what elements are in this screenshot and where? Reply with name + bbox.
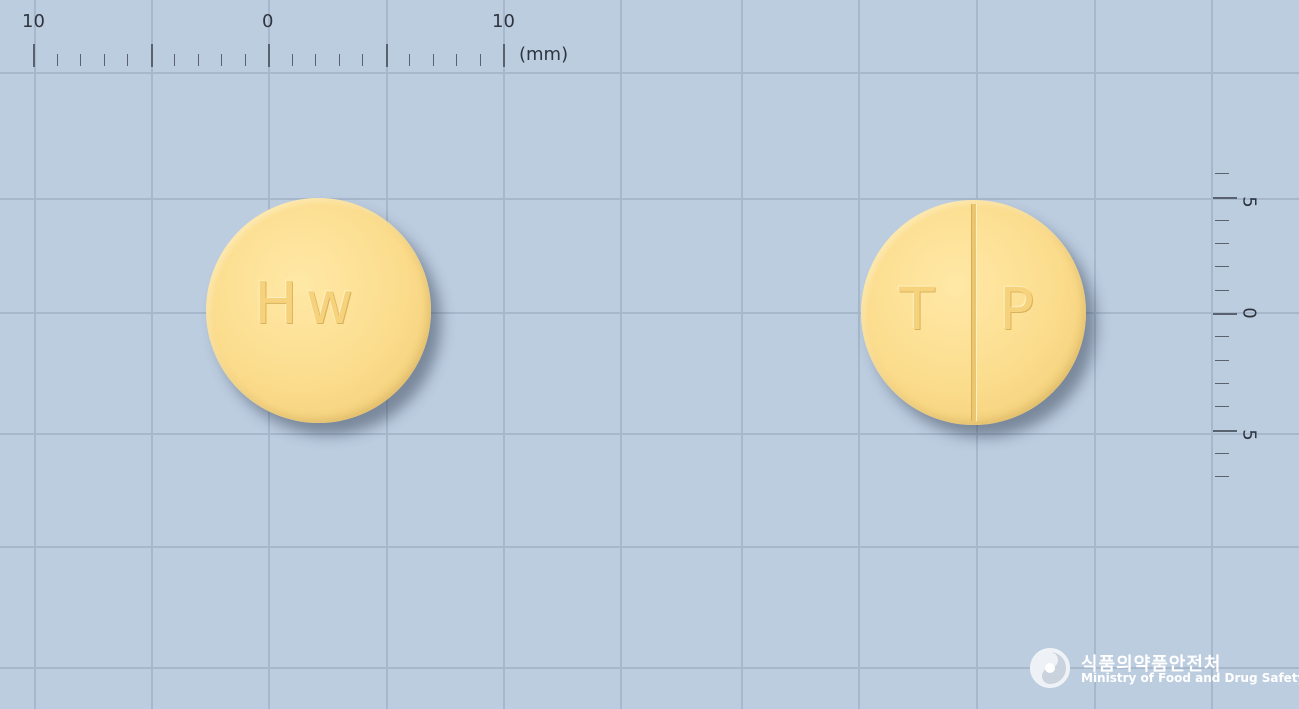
ruler-tick bbox=[291, 54, 293, 66]
grid-line-horizontal bbox=[0, 198, 1299, 200]
tablet-back: T P bbox=[861, 200, 1086, 425]
ruler-tick bbox=[56, 54, 58, 66]
grid-line-vertical bbox=[858, 0, 860, 709]
right-ruler-label-top: 5 bbox=[1238, 196, 1260, 208]
ruler-tick bbox=[315, 54, 316, 66]
tablet-score-line bbox=[972, 204, 976, 421]
ruler-tick bbox=[1215, 406, 1229, 408]
grid-line-horizontal bbox=[0, 72, 1299, 74]
top-ruler-label-left: 10 bbox=[22, 11, 45, 32]
top-ruler-label-center: 0 bbox=[262, 11, 274, 32]
ruler-tick bbox=[1215, 219, 1229, 221]
ruler-tick bbox=[385, 44, 388, 67]
tablet-back-imprint-left: T bbox=[899, 275, 943, 343]
top-ruler-unit: (mm) bbox=[519, 44, 569, 65]
grid-line-vertical bbox=[620, 0, 622, 709]
grid-line-horizontal bbox=[0, 433, 1299, 435]
right-ruler-label-center: 0 bbox=[1238, 307, 1260, 319]
ruler-tick bbox=[1215, 452, 1229, 454]
ruler-tick bbox=[1215, 476, 1229, 478]
ruler-tick bbox=[1215, 359, 1229, 361]
tablet-front-imprint: Hw bbox=[254, 269, 362, 337]
ruler-tick bbox=[338, 54, 340, 66]
ruler-tick bbox=[432, 54, 434, 66]
tablet-front: Hw bbox=[206, 198, 431, 423]
grid-line-vertical bbox=[34, 0, 36, 709]
ruler-tick bbox=[1213, 313, 1237, 315]
mfds-logo-english: Ministry of Food and Drug Safety bbox=[1081, 671, 1299, 685]
grid-line-horizontal bbox=[0, 312, 1299, 314]
ruler-tick bbox=[150, 44, 153, 67]
grid-line-horizontal bbox=[0, 546, 1299, 548]
ruler-tick bbox=[503, 44, 505, 67]
ruler-tick bbox=[362, 54, 363, 66]
ruler-tick bbox=[103, 54, 105, 66]
ruler-tick bbox=[1213, 196, 1237, 199]
right-ruler-label-bottom: 5 bbox=[1238, 429, 1260, 441]
grid-line-vertical bbox=[1094, 0, 1096, 709]
ruler-tick bbox=[409, 54, 410, 66]
grid-line-vertical bbox=[503, 0, 505, 709]
grid-line-vertical bbox=[1211, 0, 1213, 709]
ruler-tick bbox=[1213, 429, 1237, 432]
pill-photo-scene: 10 0 10 (mm) 5 0 5 Hw T P 식품의약품안전처 Minis… bbox=[0, 0, 1299, 709]
ruler-tick bbox=[127, 54, 128, 66]
ruler-tick bbox=[80, 54, 81, 66]
ruler-tick bbox=[1215, 173, 1229, 175]
tablet-back-imprint-right: P bbox=[999, 275, 1042, 343]
top-ruler-label-right: 10 bbox=[492, 11, 515, 32]
mfds-taegeuk-icon bbox=[1030, 648, 1070, 688]
ruler-tick bbox=[33, 44, 35, 67]
ruler-tick bbox=[1215, 336, 1229, 338]
ruler-tick bbox=[221, 54, 222, 66]
ruler-tick bbox=[1215, 266, 1229, 268]
ruler-tick bbox=[1215, 243, 1229, 245]
ruler-tick bbox=[479, 54, 481, 66]
grid-line-vertical bbox=[741, 0, 743, 709]
grid-line-vertical bbox=[151, 0, 153, 709]
ruler-tick bbox=[1215, 289, 1229, 291]
ruler-tick bbox=[174, 54, 175, 66]
ruler-tick bbox=[1215, 382, 1229, 384]
ruler-tick bbox=[456, 54, 457, 66]
ruler-tick bbox=[197, 54, 199, 66]
ruler-tick bbox=[268, 44, 270, 67]
ruler-tick bbox=[244, 54, 246, 66]
